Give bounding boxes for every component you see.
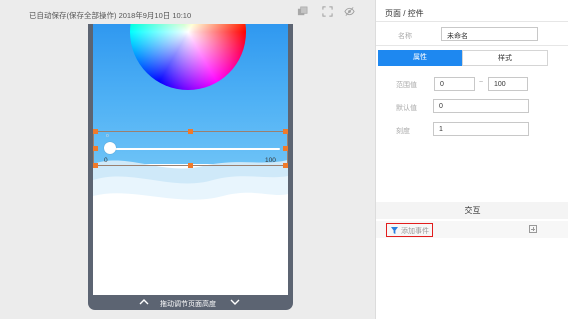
phone-screen: o 0 100: [93, 24, 288, 295]
range-min-field[interactable]: 0: [434, 77, 475, 91]
add-event-label: 添加事件: [401, 228, 429, 235]
resize-handle[interactable]: [283, 146, 288, 151]
range-separator: ~: [479, 79, 484, 86]
save-status-text: 已自动保存(保存全部操作) 2018年9月10日 10:10: [29, 11, 192, 20]
eye-off-icon[interactable]: [344, 6, 355, 17]
slider-max-label: 100: [265, 157, 276, 164]
resize-handle[interactable]: [188, 129, 193, 134]
slider-thumb[interactable]: [104, 142, 116, 154]
tab-properties[interactable]: 属性: [378, 50, 462, 66]
chevron-up-icon[interactable]: [139, 298, 149, 306]
interaction-header: 交互: [376, 202, 568, 219]
resize-handle[interactable]: [283, 163, 288, 168]
properties-panel: 页面 / 控件 名称 未命名 属性 样式 范围值 0 ~ 100 默认值 0 刻…: [375, 0, 568, 319]
slider-min-label: 0: [104, 157, 108, 164]
page-height-label: 拖动调节页面高度: [160, 301, 216, 308]
resize-handle[interactable]: [93, 129, 98, 134]
phone-frame: o 0 100 拖动调节页面高度: [88, 24, 293, 310]
name-field[interactable]: 未命名: [441, 27, 538, 41]
default-value-field[interactable]: 0: [433, 99, 529, 113]
divider: [376, 21, 568, 22]
default-value-label: 默认值: [396, 105, 417, 112]
range-label: 范围值: [396, 82, 417, 89]
divider: [376, 45, 568, 46]
name-label: 名称: [398, 33, 412, 40]
step-field[interactable]: 1: [433, 122, 529, 136]
add-icon[interactable]: [529, 225, 537, 233]
slider-track[interactable]: [113, 148, 280, 150]
tab-style[interactable]: 样式: [462, 50, 548, 66]
funnel-icon: [391, 227, 398, 234]
range-max-field[interactable]: 100: [488, 77, 528, 91]
slider-tick: o: [106, 133, 109, 139]
add-event-button[interactable]: 添加事件: [386, 223, 433, 237]
resize-handle[interactable]: [93, 146, 98, 151]
panel-title: 页面 / 控件: [385, 9, 424, 18]
resize-handle[interactable]: [188, 163, 193, 168]
editor-canvas: 已自动保存(保存全部操作) 2018年9月10日 10:10 o 0 100 拖…: [0, 0, 375, 319]
resize-handle[interactable]: [283, 129, 288, 134]
resize-handle[interactable]: [93, 163, 98, 168]
fullscreen-icon[interactable]: [322, 6, 333, 17]
panel-tabs: 属性 样式: [378, 50, 548, 66]
step-label: 刻度: [396, 128, 410, 135]
chevron-down-icon[interactable]: [230, 298, 240, 306]
page-height-bar[interactable]: 拖动调节页面高度: [88, 295, 293, 310]
layers-icon[interactable]: [297, 6, 308, 17]
